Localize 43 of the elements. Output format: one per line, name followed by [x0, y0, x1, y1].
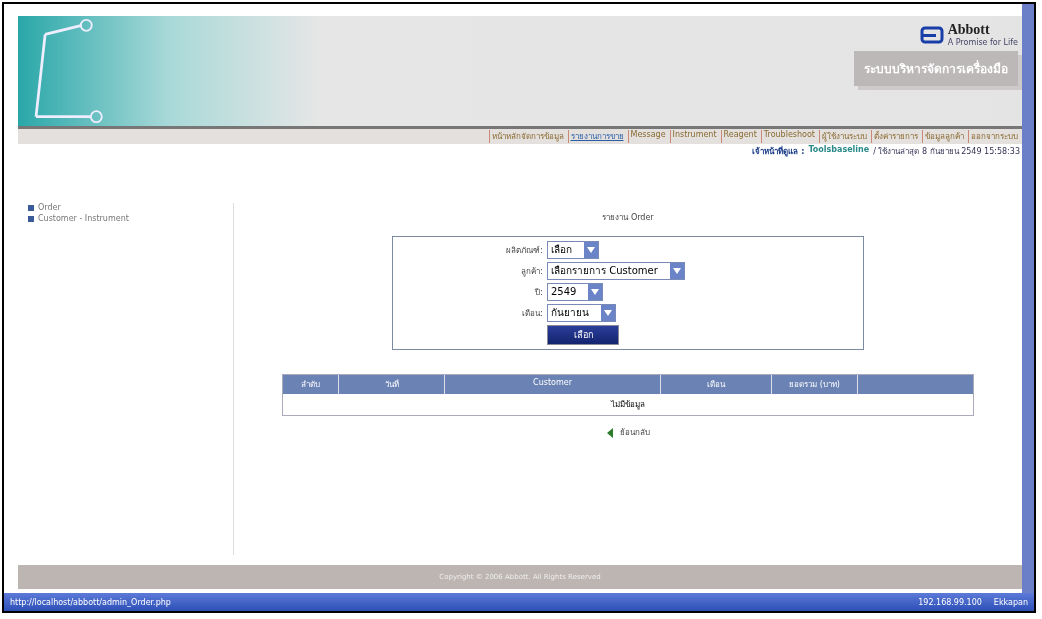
nav-link[interactable]: Message — [627, 130, 668, 143]
caret-icon — [604, 310, 612, 316]
brand-tagline: A Promise for Life — [947, 38, 1018, 47]
ip-address: 192.168.99.100 — [918, 597, 982, 607]
report-title: รายงาน Order — [602, 212, 654, 224]
sidebar-item[interactable]: Customer - Instrument — [28, 214, 233, 223]
field-label: ผลิตภัณฑ์: — [505, 244, 543, 257]
back-link[interactable]: ย้อนกลับ — [606, 426, 650, 439]
nav-link[interactable]: Troubleshoot — [760, 130, 817, 143]
field-label: ลูกค้า: — [520, 265, 543, 278]
nav-link[interactable]: ข้อมูลลูกค้า — [922, 130, 966, 143]
nav-link[interactable]: Instrument — [669, 130, 719, 143]
user-label: เจ้าหน้าที่ดูแล : — [752, 145, 805, 158]
column-header: Customer — [445, 375, 661, 394]
logo-icon — [919, 25, 944, 44]
nav-link[interactable]: รายงานการขาย — [567, 130, 626, 143]
nav-link[interactable]: ตั้งค่ารายการ — [871, 130, 920, 143]
select-button[interactable]: เลือก — [547, 325, 619, 345]
column-header: ลำดับ — [283, 375, 339, 394]
field-label: เดือน: — [521, 307, 543, 320]
caret-icon — [672, 268, 681, 274]
caret-icon — [591, 289, 600, 295]
field-label: ปี: — [534, 286, 543, 299]
dropdown-field[interactable]: เลือกรายการ Customer — [547, 262, 685, 280]
scrollbar[interactable] — [1022, 4, 1034, 593]
nav-link[interactable]: Reagent — [720, 130, 759, 143]
status-url: http://localhost/abbott/admin_Order.php — [10, 597, 172, 607]
nav-link[interactable]: หน้าหลักจัดการข้อมูล — [488, 130, 566, 143]
status-user: Ekkapan — [993, 597, 1028, 607]
user-name: Toolsbaseline — [808, 145, 870, 156]
empty-message: ไม่มีข้อมูล — [609, 399, 646, 412]
column-header: เดือน — [661, 375, 772, 394]
nav-link[interactable]: ออกจากระบบ — [968, 130, 1020, 143]
column-header: วันที่ — [339, 375, 445, 394]
caret-icon — [587, 247, 595, 253]
brand-name: Abbott — [947, 22, 991, 38]
sidebar-item[interactable]: Order — [28, 203, 233, 212]
nav-link[interactable]: ผู้ใช้งานระบบ — [819, 130, 869, 143]
column-header: ยอดรวม (บาท) — [772, 375, 858, 394]
last-login-text: / ใช้งานล่าสุด 8 กันยายน 2549 15:58:33 — [873, 146, 1020, 158]
dropdown-field[interactable]: เลือก — [547, 241, 599, 259]
dropdown-field[interactable]: กันยายน — [547, 304, 616, 322]
dropdown-field[interactable]: 2549 — [547, 283, 604, 301]
